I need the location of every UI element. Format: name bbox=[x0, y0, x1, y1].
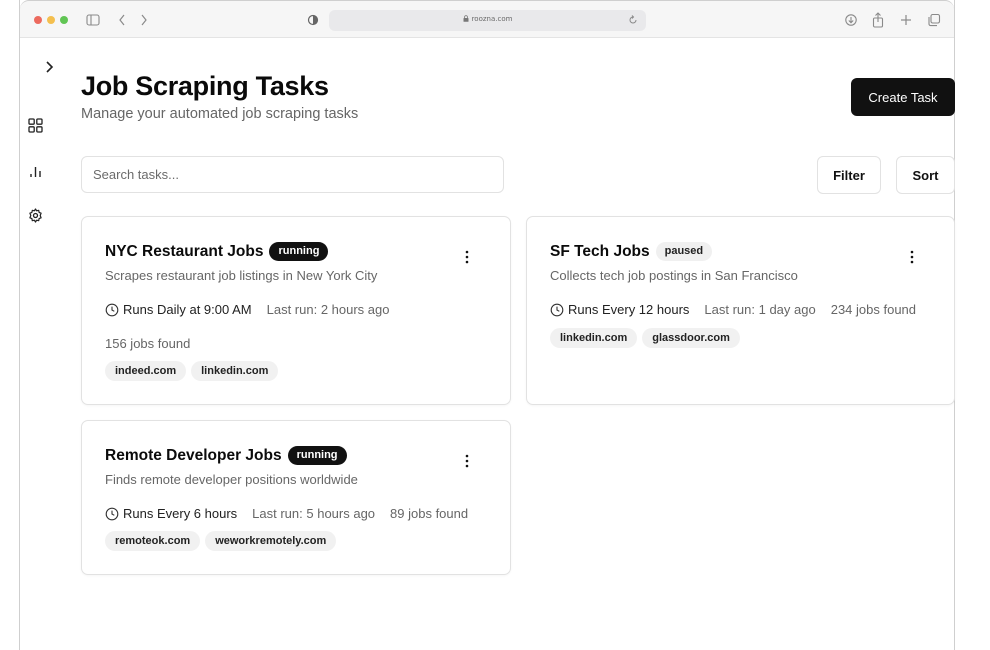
sidebar-item-analytics[interactable] bbox=[28, 164, 44, 180]
task-card[interactable]: Remote Developer Jobs running Finds remot… bbox=[81, 420, 511, 575]
task-title: Remote Developer Jobs running bbox=[105, 446, 347, 465]
browser-titlebar: roozna.com bbox=[20, 0, 954, 38]
clock-icon bbox=[105, 303, 119, 316]
task-schedule-text: Runs Daily at 9:00 AM bbox=[123, 302, 252, 317]
share-icon[interactable] bbox=[872, 11, 884, 29]
task-card[interactable]: SF Tech Jobs paused Collects tech job pos… bbox=[526, 216, 955, 405]
clock-icon bbox=[550, 303, 564, 316]
task-meta: Runs Every 12 hours Last run: 1 day ago … bbox=[550, 302, 916, 317]
source-tag: linkedin.com bbox=[191, 361, 279, 381]
close-window-button[interactable] bbox=[34, 16, 42, 24]
page-subtitle: Manage your automated job scraping tasks bbox=[81, 106, 359, 122]
task-last-run: Last run: 1 day ago bbox=[704, 302, 816, 317]
expand-sidebar-chevron-right-icon[interactable] bbox=[44, 60, 60, 76]
task-schedule-text: Runs Every 6 hours bbox=[123, 506, 238, 521]
dashboard-icon bbox=[28, 118, 43, 133]
task-title: NYC Restaurant Jobs running bbox=[105, 242, 329, 261]
status-badge: running bbox=[269, 242, 329, 261]
address-bar[interactable]: roozna.com bbox=[329, 10, 646, 31]
url-text: roozna.com bbox=[471, 15, 513, 23]
reload-icon[interactable] bbox=[628, 14, 638, 29]
task-title-text: Remote Developer Jobs bbox=[105, 447, 282, 464]
task-title: SF Tech Jobs paused bbox=[550, 242, 713, 261]
new-tab-icon[interactable] bbox=[900, 11, 912, 29]
task-sources: linkedin.com glassdoor.com bbox=[550, 328, 740, 348]
task-jobs-found: 156 jobs found bbox=[105, 336, 191, 351]
status-badge: running bbox=[287, 446, 347, 465]
task-schedule: Runs Daily at 9:00 AM bbox=[105, 302, 252, 317]
sidebar-item-settings[interactable] bbox=[28, 208, 44, 224]
main-content: Job Scraping Tasks Manage your automated… bbox=[81, 38, 955, 650]
browser-window: roozna.com Job Scraping Tasks Manage you… bbox=[19, 0, 955, 650]
sidebar-toggle-icon[interactable] bbox=[86, 11, 100, 29]
status-badge: paused bbox=[655, 242, 713, 261]
privacy-shield-icon[interactable] bbox=[307, 11, 319, 29]
task-last-run: Last run: 2 hours ago bbox=[266, 302, 390, 317]
tab-overview-icon[interactable] bbox=[927, 11, 941, 29]
task-schedule: Runs Every 12 hours bbox=[550, 302, 689, 317]
lock-icon bbox=[463, 15, 469, 23]
task-last-run: Last run: 5 hours ago bbox=[252, 506, 376, 521]
sidebar bbox=[20, 38, 80, 650]
task-sources: remoteok.com weworkremotely.com bbox=[105, 531, 337, 551]
task-description: Scrapes restaurant job listings in New Y… bbox=[105, 268, 378, 283]
zoom-window-button[interactable] bbox=[60, 16, 68, 24]
task-jobs-found: 234 jobs found bbox=[830, 302, 917, 317]
task-description: Finds remote developer positions worldwi… bbox=[105, 472, 358, 487]
task-meta: Runs Daily at 9:00 AM Last run: 2 hours … bbox=[105, 302, 389, 317]
task-jobs-found: 89 jobs found bbox=[390, 506, 469, 521]
source-tag: linkedin.com bbox=[550, 328, 638, 348]
sort-button[interactable]: Sort bbox=[896, 156, 955, 194]
task-meta: Runs Every 6 hours Last run: 5 hours ago… bbox=[105, 506, 468, 521]
sidebar-item-dashboard[interactable] bbox=[28, 118, 44, 134]
create-task-button[interactable]: Create Task bbox=[851, 78, 955, 116]
page-title: Job Scraping Tasks bbox=[81, 71, 329, 101]
task-card[interactable]: NYC Restaurant Jobs running Scrapes resta… bbox=[81, 216, 511, 405]
task-description: Collects tech job postings in San Franci… bbox=[550, 268, 798, 283]
task-title-text: NYC Restaurant Jobs bbox=[105, 243, 264, 260]
gear-icon bbox=[29, 208, 42, 223]
download-icon[interactable] bbox=[844, 11, 858, 29]
task-title-text: SF Tech Jobs bbox=[550, 243, 650, 260]
back-icon[interactable] bbox=[118, 11, 126, 29]
task-sources: indeed.com linkedin.com bbox=[105, 361, 279, 381]
more-options-icon[interactable] bbox=[465, 454, 473, 470]
more-options-icon[interactable] bbox=[910, 250, 918, 266]
bar-chart-icon bbox=[30, 167, 41, 177]
source-tag: remoteok.com bbox=[105, 531, 201, 551]
minimize-window-button[interactable] bbox=[47, 16, 55, 24]
more-options-icon[interactable] bbox=[465, 250, 473, 266]
source-tag: indeed.com bbox=[105, 361, 187, 381]
task-schedule: Runs Every 6 hours bbox=[105, 506, 237, 521]
filter-button[interactable]: Filter bbox=[817, 156, 881, 194]
clock-icon bbox=[105, 507, 119, 520]
task-schedule-text: Runs Every 12 hours bbox=[568, 302, 690, 317]
forward-icon[interactable] bbox=[140, 11, 148, 29]
source-tag: weworkremotely.com bbox=[205, 531, 337, 551]
search-input[interactable] bbox=[81, 156, 504, 193]
source-tag: glassdoor.com bbox=[642, 328, 740, 348]
